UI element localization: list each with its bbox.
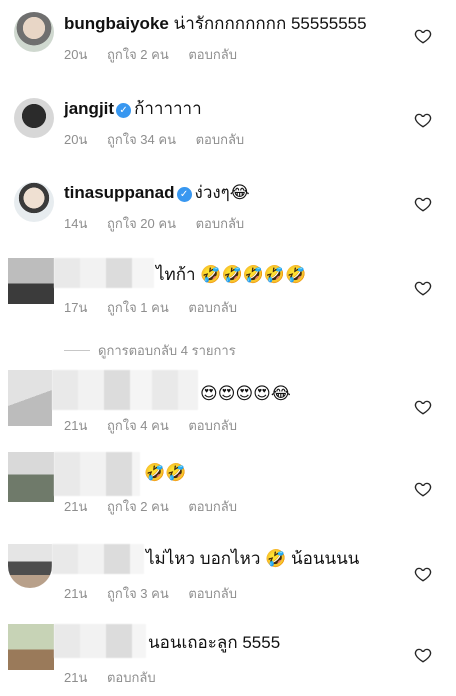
likes-count[interactable]: ถูกใจ 34 คน [107,132,176,147]
view-replies-label: ดูการตอบกลับ 4 รายการ [98,343,236,358]
verified-badge-icon: ✓ [176,187,192,202]
likes-count[interactable]: ถูกใจ 4 คน [107,418,169,433]
comment-text: ง่วงๆ😂 [194,183,250,202]
heart-icon[interactable] [414,398,432,416]
username[interactable]: bungbaiyoke [64,14,169,33]
timestamp: 21น [64,586,88,601]
blurred-username [54,258,154,288]
username[interactable]: tinasuppanad [64,183,175,202]
likes-count[interactable]: ถูกใจ 3 คน [107,586,169,601]
timestamp: 17น [64,300,88,315]
timestamp: 20น [64,132,88,147]
heart-icon[interactable] [414,195,432,213]
avatar[interactable] [14,12,54,52]
comment-text: 😍😍😍😍😂 [200,384,291,403]
avatar[interactable] [8,370,52,426]
avatar[interactable] [8,624,54,670]
view-replies-button[interactable]: ดูการตอบกลับ 4 รายการ [64,340,236,361]
blurred-username [52,370,198,410]
reply-button[interactable]: ตอบกลับ [188,300,237,315]
blurred-username [54,624,146,658]
likes-count[interactable]: ถูกใจ 2 คน [107,499,169,514]
heart-icon[interactable] [414,27,432,45]
comment-text: 🤣🤣 [144,463,187,482]
avatar[interactable] [8,452,54,502]
avatar[interactable] [8,258,54,304]
likes-count[interactable]: ถูกใจ 1 คน [107,300,169,315]
likes-count[interactable]: ถูกใจ 20 คน [107,216,176,231]
username[interactable]: jangjit [64,99,114,118]
reply-button[interactable]: ตอบกลับ [188,499,237,514]
avatar[interactable] [14,98,54,138]
verified-badge-icon: ✓ [116,103,132,118]
comment-text: ไม่ไหว บอกไหว 🤣 น้อนนนน [146,549,360,568]
avatar[interactable] [14,182,54,222]
timestamp: 20น [64,47,88,62]
heart-icon[interactable] [414,565,432,583]
comment-text: น่ารักกกกกกกก 55555555 [173,14,367,33]
likes-count[interactable]: ถูกใจ 2 คน [107,47,169,62]
blurred-username [54,452,140,496]
heart-icon[interactable] [414,646,432,664]
timestamp: 14น [64,216,88,231]
reply-button[interactable]: ตอบกลับ [188,47,237,62]
heart-icon[interactable] [414,111,432,129]
heart-icon[interactable] [414,279,432,297]
timestamp: 21น [64,670,88,685]
timestamp: 21น [64,499,88,514]
reply-button[interactable]: ตอบกลับ [107,670,156,685]
heart-icon[interactable] [414,480,432,498]
comment-text: ก้าาาาาา [134,99,202,118]
reply-button[interactable]: ตอบกลับ [196,132,245,147]
divider [64,350,90,351]
timestamp: 21น [64,418,88,433]
avatar[interactable] [8,544,52,588]
reply-button[interactable]: ตอบกลับ [188,586,237,601]
reply-button[interactable]: ตอบกลับ [188,418,237,433]
reply-button[interactable]: ตอบกลับ [196,216,245,231]
blurred-username [52,544,144,574]
comment-text: ไทก้า 🤣🤣🤣🤣🤣 [156,265,307,284]
comment-text: นอนเถอะลูก 5555 [148,633,281,652]
